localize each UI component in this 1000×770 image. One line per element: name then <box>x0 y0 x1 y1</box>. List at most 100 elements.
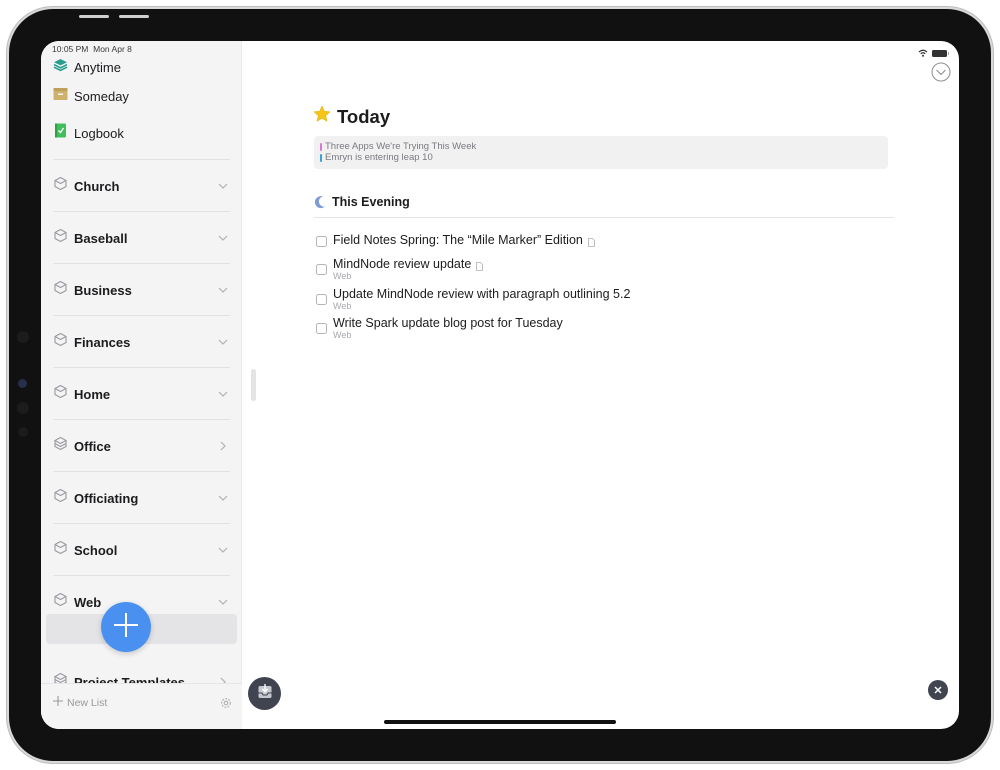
status-bar-indicators <box>918 44 949 62</box>
todo-title: Write Spark update blog post for Tuesday <box>333 316 563 330</box>
sidebar-item-label: Anytime <box>74 59 121 75</box>
note-icon <box>587 236 595 247</box>
area-label: Officiating <box>74 490 139 506</box>
divider <box>53 315 230 316</box>
sidebar-area-business[interactable]: Business <box>41 263 242 315</box>
todo-item[interactable]: Update MindNode review with paragraph ou… <box>316 287 630 311</box>
new-list-button[interactable]: New List <box>53 696 107 709</box>
tray-arrow-down-icon <box>257 683 273 704</box>
calendar-color-bar <box>320 142 322 151</box>
todo-checkbox[interactable] <box>316 323 327 334</box>
close-button[interactable] <box>928 680 948 700</box>
todo-checkbox[interactable] <box>316 294 327 305</box>
area-label: Web <box>74 594 102 610</box>
sidebar-area-home[interactable]: Home <box>41 367 242 419</box>
calendar-event-title: Emryn is entering leap 10 <box>325 152 433 163</box>
area-label: Business <box>74 282 132 298</box>
volume-button <box>79 15 109 18</box>
sidebar-area-school[interactable]: School <box>41 523 242 575</box>
chevron-down-icon[interactable] <box>216 543 230 557</box>
area-cube-icon <box>53 332 68 352</box>
camera-dot <box>17 331 29 343</box>
inbox-download-button[interactable] <box>248 677 281 710</box>
area-label: School <box>74 542 118 558</box>
area-label: Home <box>74 386 111 402</box>
new-todo-button[interactable] <box>101 602 151 652</box>
todo-project: Web <box>333 330 352 340</box>
chevron-down-icon[interactable] <box>216 387 230 401</box>
chevron-down-icon[interactable] <box>216 179 230 193</box>
note-icon <box>476 260 484 271</box>
area-cube-icon <box>53 488 68 508</box>
archive-box-icon <box>53 87 68 106</box>
sidebar: 10:05 PM Mon Apr 8 Anytime Someday Logbo… <box>41 41 242 729</box>
sidebar-footer: New List <box>41 683 242 729</box>
todo-item[interactable]: Field Notes Spring: The “Mile Marker” Ed… <box>316 233 595 248</box>
new-list-label: New List <box>67 696 108 709</box>
screen: 10:05 PM Mon Apr 8 Anytime Someday Logbo… <box>41 41 959 729</box>
todo-title: MindNode review update <box>333 257 472 271</box>
todo-title: Field Notes Spring: The “Mile Marker” Ed… <box>333 233 583 247</box>
sidebar-item-logbook[interactable]: Logbook <box>53 123 124 143</box>
divider <box>53 263 230 264</box>
todo-title: Update MindNode review with paragraph ou… <box>333 287 631 301</box>
sidebar-area-baseball[interactable]: Baseball <box>41 211 242 263</box>
todo-item[interactable]: MindNode review update Web <box>316 257 484 281</box>
page-title: Today <box>313 105 390 128</box>
calendar-event[interactable]: Three Apps We're Trying This Week <box>320 141 882 152</box>
settings-button[interactable] <box>220 696 232 714</box>
plus-icon <box>113 612 139 643</box>
calendar-event-title: Three Apps We're Trying This Week <box>325 141 477 152</box>
todo-item[interactable]: Write Spark update blog post for Tuesday… <box>316 316 563 340</box>
area-cube-icon <box>53 228 68 248</box>
sidebar-item-label: Logbook <box>74 125 124 141</box>
options-button[interactable] <box>931 62 951 82</box>
area-stacked-icon <box>53 436 68 456</box>
area-cube-icon <box>53 280 68 300</box>
todo-checkbox[interactable] <box>316 264 327 275</box>
divider <box>53 575 230 576</box>
area-cube-icon <box>53 384 68 404</box>
todo-project: Web <box>333 271 352 281</box>
todo-project: Web <box>333 301 352 311</box>
calendar-event[interactable]: Emryn is entering leap 10 <box>320 152 882 163</box>
area-label: Baseball <box>74 230 128 246</box>
divider <box>53 419 230 420</box>
area-label: Finances <box>74 334 131 350</box>
gear-icon <box>220 696 232 713</box>
area-cube-icon <box>53 540 68 560</box>
page-title-text: Today <box>337 105 391 127</box>
camera-lens <box>18 379 27 388</box>
battery-icon <box>932 49 949 57</box>
divider <box>53 159 230 160</box>
main-content: Today Three Apps We're Trying This Week … <box>242 41 959 729</box>
chevron-down-icon[interactable] <box>216 283 230 297</box>
sidebar-item-anytime[interactable]: Anytime <box>53 57 121 77</box>
chevron-down-icon[interactable] <box>216 595 230 609</box>
chevron-down-circle-icon <box>931 62 951 86</box>
sidebar-area-project-templates[interactable]: Project Templates <box>41 656 242 686</box>
status-bar-time: 10:05 PM Mon Apr 8 <box>52 44 132 54</box>
divider <box>53 523 230 524</box>
sidebar-area-church[interactable]: Church <box>41 159 242 211</box>
sidebar-area-finances[interactable]: Finances <box>41 315 242 367</box>
chevron-down-icon[interactable] <box>216 335 230 349</box>
wifi-icon <box>918 44 928 62</box>
area-cube-icon <box>53 592 68 612</box>
sidebar-area-officiating[interactable]: Officiating <box>41 471 242 523</box>
section-this-evening: This Evening <box>314 195 894 218</box>
divider <box>53 367 230 368</box>
calendar-events[interactable]: Three Apps We're Trying This Week Emryn … <box>314 136 888 169</box>
chevron-down-icon[interactable] <box>216 231 230 245</box>
chevron-down-icon[interactable] <box>216 491 230 505</box>
divider <box>53 471 230 472</box>
sidebar-item-someday[interactable]: Someday <box>53 86 129 106</box>
layers-icon <box>53 58 68 77</box>
chevron-right-icon[interactable] <box>216 439 230 453</box>
date: Mon Apr 8 <box>93 44 132 54</box>
home-indicator[interactable] <box>384 720 616 724</box>
sidebar-area-office[interactable]: Office <box>41 419 242 471</box>
todo-checkbox[interactable] <box>316 236 327 247</box>
plus-icon <box>53 696 63 709</box>
area-label: Church <box>74 178 120 194</box>
